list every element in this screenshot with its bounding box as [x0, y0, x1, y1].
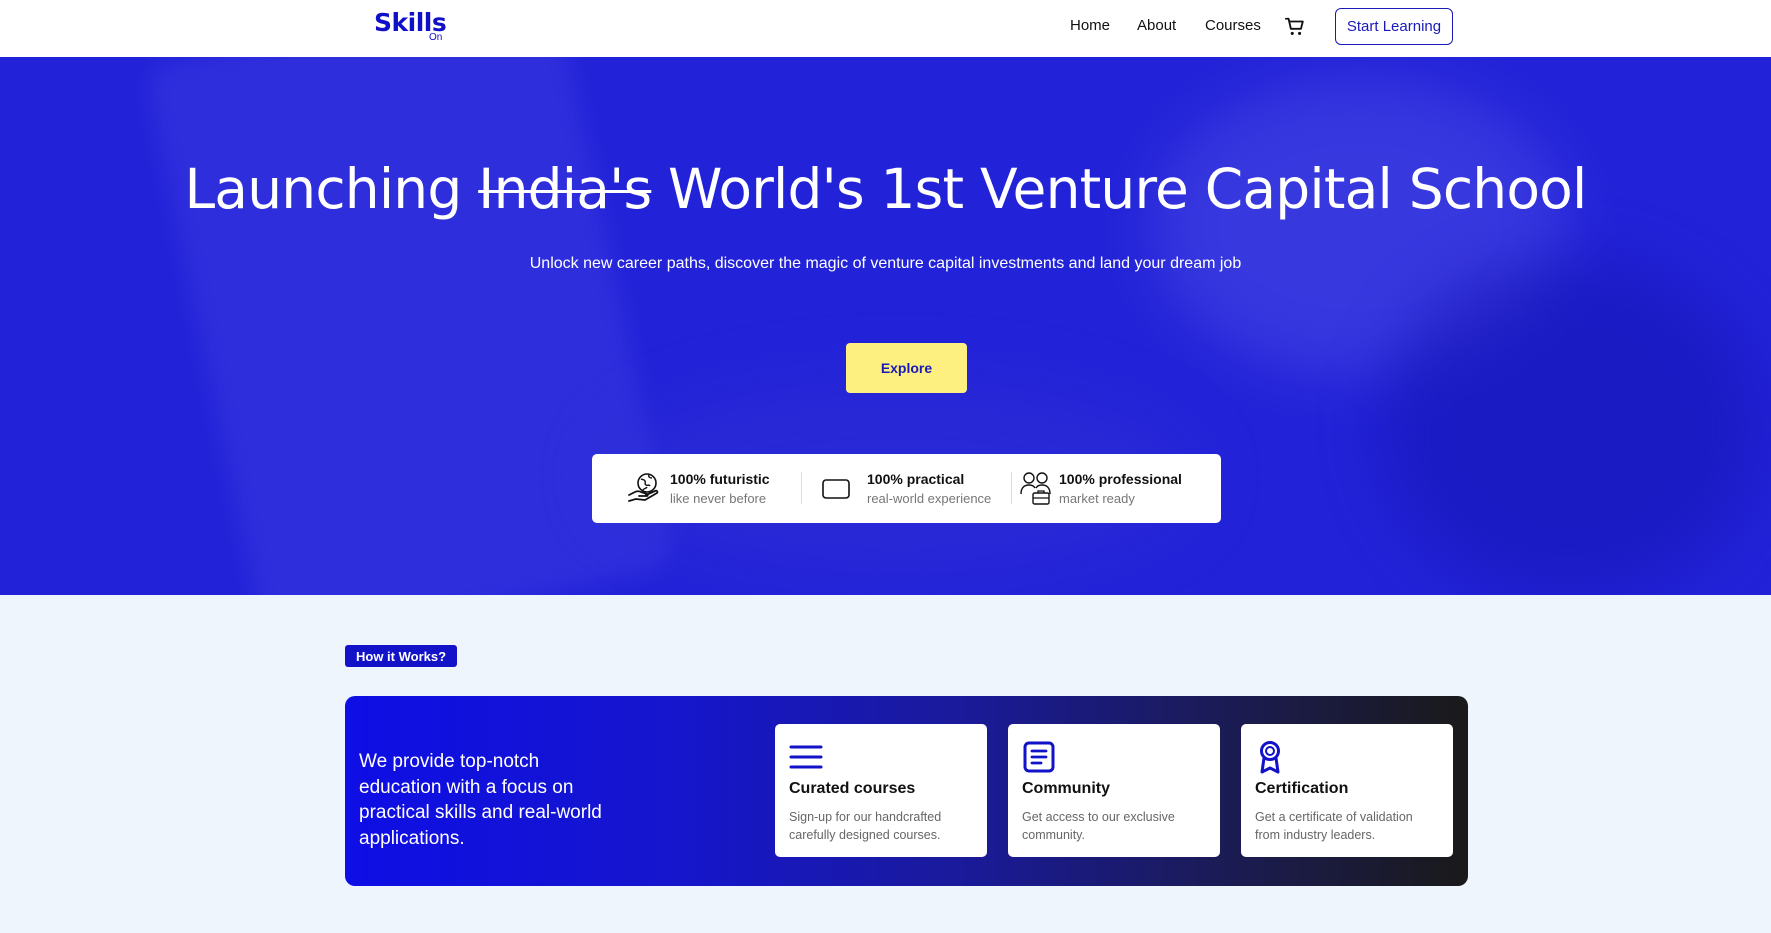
hero-title-strikethrough: India's [478, 157, 652, 221]
award-icon [1260, 741, 1280, 774]
how-it-works-badge: How it Works? [345, 645, 458, 667]
card-title: Community [1022, 780, 1110, 797]
card-description: Sign-up for our handcrafted carefully de… [789, 810, 942, 842]
feature-professional: 100% professional market ready [1012, 454, 1221, 523]
globe-hand-icon [628, 473, 659, 502]
hero-title-pre: Launching [184, 157, 462, 221]
cart-icon[interactable] [1284, 16, 1306, 38]
feature-subtitle: market ready [1059, 491, 1135, 506]
start-learning-button[interactable]: Start Learning [1335, 8, 1453, 45]
features-strip: 100% futuristic like never before 100% p… [592, 454, 1221, 523]
hero-section: Launching India's World's 1st Venture Ca… [0, 57, 1771, 595]
card-title: Curated courses [789, 780, 916, 797]
card-description: Get access to our exclusive community. [1022, 810, 1175, 842]
document-icon [1023, 741, 1055, 773]
explore-button[interactable]: Explore [846, 343, 967, 393]
feature-practical: 100% practical real-world experience [802, 454, 1012, 523]
hero-subtitle: Unlock new career paths, discover the ma… [529, 255, 1242, 272]
top-navbar: Skills On Home About Courses Start Learn… [0, 0, 1771, 57]
feature-title: 100% practical [867, 471, 965, 487]
logo[interactable]: Skills On [374, 8, 447, 43]
feature-title: 100% professional [1059, 471, 1182, 487]
card-curated-courses[interactable]: Curated courses Sign-up for our handcraf… [775, 724, 987, 857]
hero-title: Launching India's World's 1st Venture Ca… [0, 157, 1771, 221]
hero-bg-shadow-shape [1380, 257, 1760, 595]
nav-link-home[interactable]: Home [1070, 17, 1110, 34]
menu-lines-icon [789, 745, 823, 769]
logo-subtext: On [429, 32, 443, 43]
how-it-works-panel: We provide top-notch education with a fo… [345, 696, 1468, 886]
card-icon [822, 479, 850, 499]
card-community[interactable]: Community Get access to our exclusive co… [1008, 724, 1220, 857]
how-it-works-description: We provide top-notch education with a fo… [359, 751, 602, 849]
nav-link-courses[interactable]: Courses [1205, 17, 1261, 34]
feature-subtitle: real-world experience [867, 491, 992, 506]
team-icon [1020, 472, 1051, 505]
feature-subtitle: like never before [670, 491, 767, 506]
card-certification[interactable]: Certification Get a certificate of valid… [1241, 724, 1453, 857]
card-title: Certification [1255, 780, 1349, 797]
feature-futuristic: 100% futuristic like never before [592, 454, 802, 523]
nav-link-about[interactable]: About [1137, 17, 1176, 34]
hero-title-post: World's 1st Venture Capital School [668, 157, 1587, 221]
card-description: Get a certificate of validation from ind… [1255, 810, 1413, 842]
feature-title: 100% futuristic [670, 471, 770, 487]
